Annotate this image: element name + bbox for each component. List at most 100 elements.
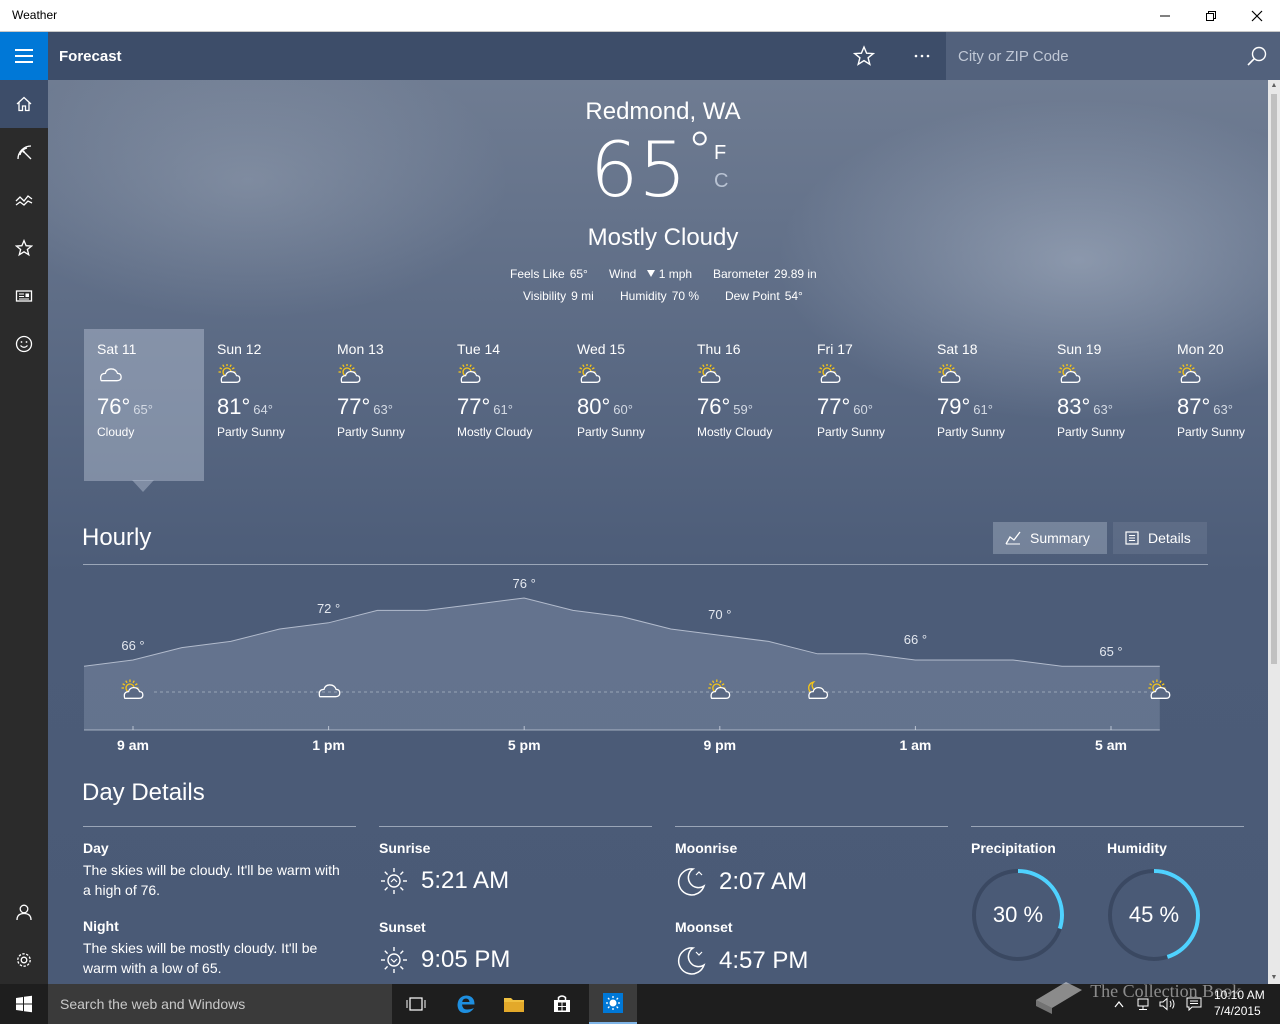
nav-news[interactable] — [0, 272, 48, 320]
day-icon — [97, 364, 204, 390]
day-forecast-tile[interactable]: Sun 19 83° 63° Partly Sunny — [1044, 329, 1164, 481]
app-header: Forecast — [0, 32, 1280, 80]
taskbar-search-box[interactable]: Search the web and Windows — [48, 984, 392, 1024]
moonset-icon — [677, 947, 706, 975]
nav-forecast[interactable] — [0, 80, 48, 128]
day-forecast-tile[interactable]: Tue 14 77° 61° Mostly Cloudy — [444, 329, 564, 481]
hamburger-menu-button[interactable] — [0, 32, 48, 80]
day-icon — [577, 363, 684, 390]
nav-maps[interactable] — [0, 128, 48, 176]
title-bar: Weather — [0, 0, 1280, 32]
day-forecast-tile[interactable]: Mon 13 77° 63° Partly Sunny — [324, 329, 444, 481]
details-list-icon — [1125, 531, 1139, 545]
day-icon — [1057, 363, 1164, 390]
humidity-gauge: 45 % — [1107, 868, 1201, 962]
scroll-down-arrow[interactable]: ▼ — [1268, 972, 1280, 984]
partly-sunny-icon — [1058, 363, 1081, 383]
minimize-button[interactable] — [1142, 0, 1188, 32]
file-explorer-button[interactable] — [490, 984, 538, 1024]
day-high: 77° — [817, 394, 851, 419]
nav-account[interactable] — [0, 888, 48, 936]
day-name: Tue 14 — [457, 341, 501, 357]
nav-historical[interactable] — [0, 176, 48, 224]
hourly-temperature-area — [84, 598, 1160, 730]
partly-sunny-icon — [938, 363, 961, 383]
summary-toggle-button[interactable]: Summary — [993, 522, 1107, 554]
night-summary: Night The skies will be mostly cloudy. I… — [83, 918, 343, 978]
sunset-row: 9:05 PM — [379, 945, 510, 975]
hourly-time-label: 1 pm — [312, 737, 345, 753]
scroll-thumb[interactable] — [1271, 94, 1277, 664]
unit-fahrenheit-toggle[interactable]: F — [714, 142, 726, 165]
day-details-title: Day Details — [82, 779, 205, 806]
hourly-chart: 9 am 1 pm 5 pm 9 pm 1 am 5 am 66 ° 72 ° 76 ° 70 °… — [83, 576, 1171, 753]
day-forecast-tile[interactable]: Sat 18 79° 61° Partly Sunny — [924, 329, 1044, 481]
day-forecast-tile[interactable]: Fri 17 77° 60° Partly Sunny — [804, 329, 924, 481]
wind-stat: Wind 1 mph — [609, 267, 693, 281]
start-button[interactable] — [0, 984, 48, 1024]
day-high: 87° — [1177, 394, 1211, 419]
day-forecast-tile[interactable]: Thu 16 76° 59° Mostly Cloudy — [684, 329, 804, 481]
moonset-time: 4:57 PM — [719, 947, 809, 974]
windows-logo-icon — [16, 995, 32, 1013]
hourly-temp-label: 66 ° — [121, 638, 144, 653]
add-favorite-button[interactable] — [840, 32, 888, 80]
day-high: 79° — [937, 394, 971, 419]
day-condition: Partly Sunny — [937, 425, 1006, 439]
day-low: 65° — [133, 402, 153, 417]
nav-places[interactable] — [0, 224, 48, 272]
unit-celsius-toggle[interactable]: C — [714, 170, 728, 193]
day-details-divider — [83, 826, 356, 827]
day-forecast-tile[interactable]: Sat 11 76° 65° Cloudy — [84, 329, 204, 481]
humidity-value: 45 % — [1128, 902, 1180, 927]
sunrise-label: Sunrise — [379, 840, 431, 856]
details-toggle-button[interactable]: Details — [1113, 522, 1207, 554]
news-icon — [15, 290, 33, 302]
more-options-button[interactable] — [898, 32, 946, 80]
store-button[interactable] — [538, 984, 586, 1024]
day-name: Mon 13 — [337, 341, 384, 357]
radar-icon — [17, 145, 32, 160]
day-low: 59° — [733, 402, 753, 417]
edge-browser-button[interactable] — [442, 984, 490, 1024]
task-view-icon — [406, 997, 426, 1011]
weather-app-icon — [603, 993, 623, 1013]
weather-app-button[interactable] — [589, 984, 637, 1024]
day-name: Sat 18 — [937, 341, 978, 357]
restore-button[interactable] — [1188, 0, 1234, 32]
historical-chart-icon — [15, 195, 33, 206]
task-view-button[interactable] — [392, 984, 440, 1024]
forecast-panel: Redmond, WA 65° F C Mostly Cloudy Feels … — [48, 80, 1268, 984]
close-icon — [1251, 10, 1263, 22]
day-high: 77° — [337, 394, 371, 419]
nav-sidebar — [0, 80, 48, 984]
partly-sunny-icon — [458, 363, 481, 383]
current-temperature: 65° — [590, 122, 713, 214]
hourly-time-label: 9 am — [117, 737, 149, 753]
search-icon[interactable] — [1246, 45, 1268, 67]
moonrise-icon — [677, 868, 706, 896]
vertical-scrollbar[interactable]: ▲ ▼ — [1268, 80, 1280, 984]
day-temps: 77° 60° — [817, 394, 924, 420]
humidity-label: Humidity — [1107, 840, 1167, 856]
day-low: 64° — [253, 402, 273, 417]
day-temps: 87° 63° — [1177, 394, 1268, 420]
close-button[interactable] — [1234, 0, 1280, 32]
day-condition: Partly Sunny — [337, 425, 406, 439]
feels-like-stat: Feels Like 65° — [510, 267, 588, 281]
folder-icon — [504, 998, 524, 1012]
scroll-up-arrow[interactable]: ▲ — [1268, 80, 1280, 92]
cloudy-icon — [100, 368, 122, 382]
day-forecast-tile[interactable]: Mon 20 87° 63° Partly Sunny — [1164, 329, 1268, 481]
nav-feedback[interactable] — [0, 320, 48, 368]
day-forecast-tile[interactable]: Wed 15 80° 60° Partly Sunny — [564, 329, 684, 481]
day-temps: 79° 61° — [937, 394, 1044, 420]
nav-settings[interactable] — [0, 936, 48, 984]
selected-day-pointer — [132, 480, 154, 492]
search-input[interactable] — [946, 32, 1236, 80]
day-high: 77° — [457, 394, 491, 419]
minimize-icon — [1160, 15, 1170, 17]
day-label: Day — [83, 840, 109, 856]
day-forecast-tile[interactable]: Sun 12 81° 64° Partly Sunny — [204, 329, 324, 481]
day-temps: 77° 61° — [457, 394, 564, 420]
